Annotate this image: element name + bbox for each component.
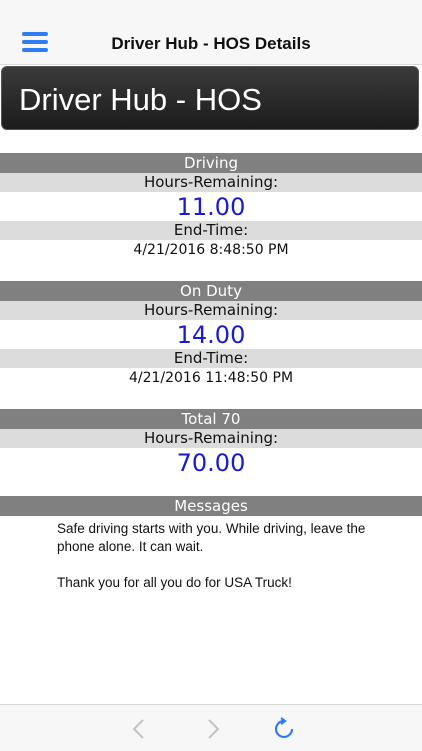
on-duty-end-value: 4/21/2016 11:48:50 PM	[128, 370, 294, 386]
driving-hours-value: 11.00	[176, 193, 246, 221]
section-on-duty-header: On Duty	[0, 281, 422, 301]
banner-title: Driver Hub - HOS	[19, 82, 262, 117]
chevron-left-icon[interactable]	[128, 717, 152, 741]
message-line: Safe driving starts with you. While driv…	[57, 521, 366, 554]
on-duty-end-label: End-Time:	[0, 349, 422, 368]
section-driving-header: Driving	[0, 153, 422, 173]
chevron-right-icon[interactable]	[200, 717, 224, 741]
navigation-bar: Driver Hub - HOS Details	[0, 0, 422, 65]
driving-end-value: 4/21/2016 8:48:50 PM	[133, 242, 289, 258]
nav-title: Driver Hub - HOS Details	[111, 34, 311, 53]
messages-body: Safe driving starts with you. While driv…	[57, 520, 387, 610]
section-messages-header: Messages	[0, 496, 422, 516]
bottom-toolbar	[0, 704, 422, 751]
refresh-icon[interactable]	[272, 717, 296, 741]
on-duty-hours-value: 14.00	[176, 321, 246, 349]
driving-hours-label: Hours-Remaining:	[0, 173, 422, 192]
total-70-hours-label: Hours-Remaining:	[0, 429, 422, 448]
message-line: Thank you for all you do for USA Truck!	[57, 575, 292, 590]
driving-end-label: End-Time:	[0, 221, 422, 240]
on-duty-hours-label: Hours-Remaining:	[0, 301, 422, 320]
section-total-70-header: Total 70	[0, 409, 422, 429]
total-70-hours-value: 70.00	[176, 449, 246, 477]
page-banner: Driver Hub - HOS	[1, 66, 419, 130]
